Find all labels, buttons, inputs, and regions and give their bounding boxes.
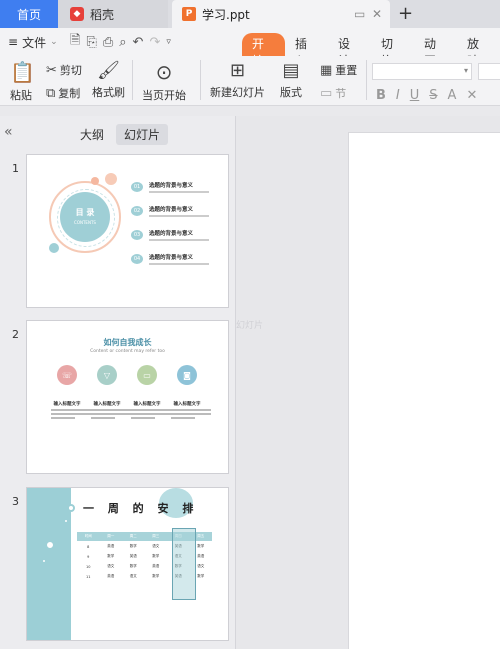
save-icon[interactable]: 🗎 [70, 31, 80, 53]
section-button[interactable]: ▭ 节 [320, 85, 346, 101]
redo-icon[interactable]: ↷ [149, 35, 160, 50]
slide-number: 2 [12, 328, 19, 341]
collapse-pane-icon[interactable]: « [4, 124, 13, 140]
tab-home[interactable]: 首页 [0, 0, 58, 28]
copy-button[interactable]: ⧉ 复制 [46, 85, 80, 101]
play-current-button[interactable]: ⊙ 当页开始 [142, 60, 186, 103]
layout-label: 版式 [280, 86, 302, 99]
cut-button[interactable]: ✂ 剪切 [46, 62, 82, 78]
bold-icon[interactable]: B [376, 88, 386, 103]
format-painter-label: 格式刷 [92, 86, 125, 99]
slide-number: 1 [12, 162, 19, 175]
new-slide-label: 新建幻灯片 [210, 86, 265, 99]
hamburger-icon: ≡ [8, 35, 19, 49]
slide2-subtitle: Content or content may refer too [90, 349, 165, 354]
highlight-column [172, 528, 196, 600]
slide-thumbnail-3[interactable]: 一 周 的 安 排 时间周一周二周三周四周五 8英语数学语文英语数学 9数学英语… [26, 487, 229, 641]
toc-item: 03 选题的背景与意义 [131, 229, 209, 241]
export-icon[interactable]: ⎘ [86, 35, 96, 50]
chevron-down-icon: ⌄ [50, 37, 58, 47]
tab-daoke[interactable]: ◆ 稻壳 [58, 0, 168, 28]
layout-icon: ▤ [282, 60, 300, 81]
file-menu[interactable]: ≡ 文件 ⌄ [0, 34, 70, 51]
strikethrough-icon[interactable]: S [429, 88, 437, 103]
new-tab-button[interactable]: + [398, 3, 413, 24]
slide-thumbnail-pane: « 大纲 幻灯片 1 目 录 CONTENTS 01 选题的背景与意义 02 选… [0, 116, 236, 649]
cart-icon: ▭ [137, 365, 157, 385]
pane-view-tabs: 大纲 幻灯片 [72, 124, 169, 145]
toc-subtitle: CONTENTS [74, 220, 96, 225]
tab-document[interactable]: P 学习.ppt ▭ ✕ [172, 0, 390, 28]
quick-access-toolbar: 🗎 ⎘ ⎙ ⌕ ↶ ↷ ▿ [70, 31, 171, 53]
paste-button[interactable]: 📋 粘贴 [10, 60, 35, 103]
decor-dot [105, 173, 117, 185]
pin-icon[interactable]: ▭ [354, 7, 365, 21]
slide3-sidebar [27, 488, 71, 640]
toc-item: 04 选题的背景与意义 [131, 253, 209, 265]
slide-thumbnail-1[interactable]: 目 录 CONTENTS 01 选题的背景与意义 02 选题的背景与意义 03 … [26, 154, 229, 308]
brush-icon: 🖌 [97, 60, 120, 81]
tab-document-label: 学习.ppt [202, 7, 250, 22]
clipboard-icon: 📋 [10, 60, 35, 84]
new-slide-button[interactable]: ⊞ 新建幻灯片 [210, 60, 265, 100]
slide-page[interactable] [348, 132, 500, 649]
file-menu-label: 文件 [22, 35, 47, 50]
ribbon: 📋 粘贴 ✂ 剪切 ⧉ 复制 🖌 格式刷 ⊙ 当页开始 ⊞ 新建幻灯片 ▤ 版式… [0, 56, 500, 106]
reset-icon: ▦ [320, 62, 333, 78]
new-slide-icon: ⊞ [229, 60, 246, 81]
camera-icon: ◙ [177, 365, 197, 385]
format-painter-button[interactable]: 🖌 格式刷 [92, 60, 125, 100]
clear-format-icon[interactable]: ✕ [466, 88, 477, 103]
slide-thumbnail-2[interactable]: 如何自我成长 Content or content may refer too … [26, 320, 229, 474]
tab-slides[interactable]: 幻灯片 [116, 124, 169, 145]
menu-bar: ≡ 文件 ⌄ 🗎 ⎘ ⎙ ⌕ ↶ ↷ ▿ 开始 插入 设计 切换 动画 放映 [0, 28, 500, 71]
customize-icon[interactable]: ▿ [166, 37, 171, 47]
play-circle-icon: ⊙ [155, 60, 173, 84]
reset-button[interactable]: ▦ 重置 [320, 62, 357, 78]
font-name-select[interactable]: ▾ [372, 63, 472, 80]
slide2-title: 如何自我成长 [103, 337, 152, 347]
tab-outline[interactable]: 大纲 [72, 124, 112, 145]
copy-label: 复制 [58, 87, 81, 100]
undo-icon[interactable]: ↶ [133, 35, 144, 50]
section-icon: ▭ [320, 85, 333, 101]
print-icon[interactable]: ⎙ [103, 35, 113, 50]
layout-button[interactable]: ▤ 版式 [280, 60, 302, 100]
editing-canvas[interactable]: 幻灯片 [236, 116, 500, 649]
toc-item: 01 选题的背景与意义 [131, 181, 209, 193]
toc-item: 02 选题的背景与意义 [131, 205, 209, 217]
tab-bar: 首页 ◆ 稻壳 P 学习.ppt ▭ ✕ + [0, 0, 500, 28]
decor-dot [91, 177, 99, 185]
copy-icon: ⧉ [46, 85, 56, 101]
paste-label: 粘贴 [10, 89, 32, 102]
scissors-icon: ✂ [46, 62, 57, 78]
daoke-logo-icon: ◆ [70, 7, 84, 21]
chevron-down-icon: ▾ [463, 66, 468, 75]
slide3-title: 一 周 的 安 排 [83, 502, 199, 515]
italic-icon[interactable]: I [396, 88, 400, 103]
underline-icon[interactable]: U [410, 88, 420, 103]
ppt-file-icon: P [182, 7, 196, 21]
superscript-icon[interactable]: A [448, 88, 457, 103]
cut-label: 剪切 [59, 64, 82, 77]
filter-icon: ▽ [97, 365, 117, 385]
close-tab-icon[interactable]: ✕ [372, 7, 382, 21]
slide-number: 3 [12, 495, 19, 508]
font-size-select[interactable] [478, 63, 500, 80]
preview-icon[interactable]: ⌕ [119, 35, 126, 50]
decor-dot [49, 243, 59, 253]
phone-icon: ☏ [57, 365, 77, 385]
play-current-label: 当页开始 [142, 89, 186, 102]
tab-daoke-label: 稻壳 [90, 7, 115, 22]
section-label: 节 [335, 87, 347, 100]
reset-label: 重置 [335, 64, 358, 77]
watermark: 幻灯片 [236, 321, 264, 331]
font-style-group: B I U S A ✕ [376, 88, 477, 103]
toc-title: 目 录 [75, 208, 95, 217]
